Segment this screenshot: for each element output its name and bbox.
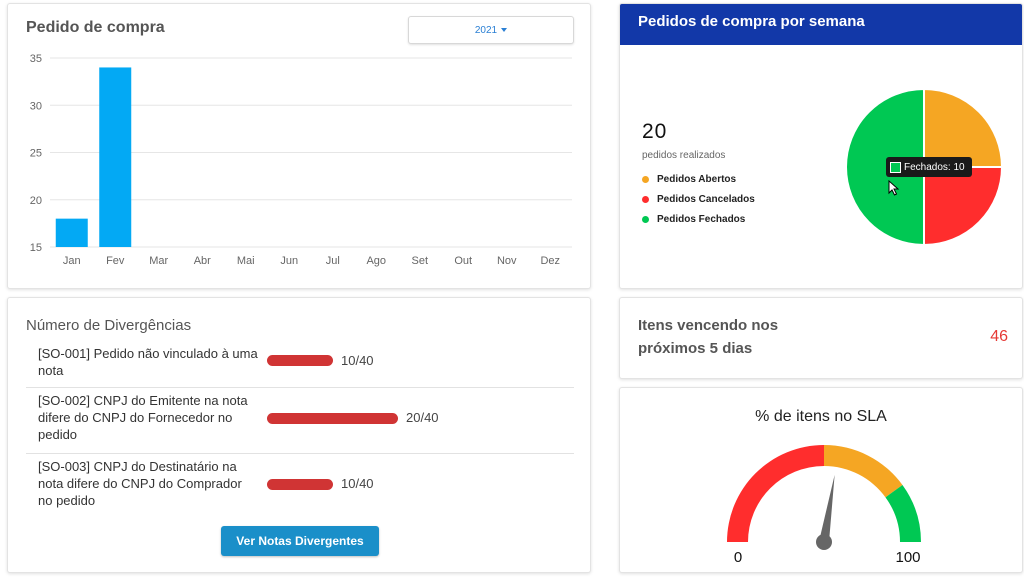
gauge-band-mid bbox=[824, 445, 903, 498]
pie-tooltip: Fechados: 10 bbox=[886, 157, 972, 177]
pie-slice-pedidos-cancelados bbox=[923, 166, 1004, 247]
gauge-min-label: 0 bbox=[734, 549, 742, 566]
y-tick-label: 15 bbox=[30, 242, 42, 254]
gauge-max-label: 100 bbox=[895, 549, 920, 566]
divergencia-row: [SO-003] CNPJ do Destinatário na nota di… bbox=[26, 454, 574, 516]
divergencia-value: 10/40 bbox=[341, 353, 374, 368]
bar-fev bbox=[99, 67, 132, 247]
sla-card: % de itens no SLA 0 100 bbox=[619, 387, 1023, 573]
x-tick-label: Jun bbox=[280, 255, 298, 267]
divergencia-row: [SO-002] CNPJ do Emitente na nota difere… bbox=[26, 388, 574, 454]
pedidos-semana-card: Pedidos de compra por semana 20 pedidos … bbox=[619, 3, 1023, 289]
itens-vencendo-value: 46 bbox=[990, 328, 1008, 345]
tooltip-swatch bbox=[890, 161, 901, 173]
pedidos-pie-chart[interactable] bbox=[620, 4, 1023, 289]
divergencia-text: [SO-003] CNPJ do Destinatário na nota di… bbox=[38, 459, 242, 508]
x-tick-label: Out bbox=[454, 255, 472, 267]
ver-notas-divergentes-button[interactable]: Ver Notas Divergentes bbox=[221, 526, 379, 556]
mouse-pointer-icon bbox=[888, 180, 900, 196]
x-tick-label: Jul bbox=[326, 255, 340, 267]
divergencia-value: 20/40 bbox=[406, 410, 439, 425]
x-tick-label: Set bbox=[411, 255, 428, 267]
y-tick-label: 25 bbox=[30, 148, 42, 160]
pedido-compra-card: Pedido de compra 2021 15 20 25 30 35 Jan Fev Ma… bbox=[7, 3, 591, 289]
sla-gauge: 0 100 bbox=[727, 445, 921, 566]
x-tick-label: Fev bbox=[106, 255, 125, 267]
x-tick-label: Mar bbox=[149, 255, 168, 267]
itens-vencendo-card: Itens vencendo nos próximos 5 dias 46 bbox=[619, 297, 1023, 379]
divergencias-title: Número de Divergências bbox=[26, 317, 192, 334]
divergencia-bar bbox=[267, 355, 333, 366]
divergencia-bar bbox=[267, 413, 398, 424]
gauge-band-high bbox=[885, 484, 921, 542]
pie-slice-pedidos-abertos bbox=[923, 87, 1004, 168]
x-tick-label: Abr bbox=[194, 255, 211, 267]
divergencia-bar bbox=[267, 479, 333, 490]
gauge-band-low bbox=[727, 445, 824, 542]
x-tick-label: Nov bbox=[497, 255, 517, 267]
bar-jan bbox=[55, 218, 88, 247]
y-tick-label: 35 bbox=[30, 53, 42, 65]
pedido-compra-bar-chart: 15 20 25 30 35 Jan Fev Mar Abr Mai Jun Jul Ago Set Out… bbox=[30, 53, 572, 267]
divergencia-text: [SO-001] Pedido não vinculado à uma nota bbox=[38, 346, 258, 378]
tooltip-text: Fechados: 10 bbox=[904, 161, 965, 173]
x-tick-label: Mai bbox=[237, 255, 255, 267]
gauge-needle bbox=[819, 474, 835, 543]
y-tick-label: 30 bbox=[30, 100, 42, 112]
x-tick-label: Ago bbox=[366, 255, 386, 267]
y-tick-label: 20 bbox=[30, 195, 42, 207]
itens-vencendo-label: Itens vencendo nos próximos 5 dias bbox=[638, 317, 779, 357]
divergencia-row: [SO-001] Pedido não vinculado à uma nota… bbox=[26, 341, 574, 388]
x-tick-label: Jan bbox=[63, 255, 81, 267]
gauge-hub bbox=[816, 534, 832, 550]
divergencia-text: [SO-002] CNPJ do Emitente na nota difere… bbox=[38, 393, 248, 442]
x-tick-label: Dez bbox=[540, 255, 560, 267]
divergencias-card: Número de Divergências [SO-001] Pedido n… bbox=[7, 297, 591, 573]
divergencia-value: 10/40 bbox=[341, 476, 374, 491]
